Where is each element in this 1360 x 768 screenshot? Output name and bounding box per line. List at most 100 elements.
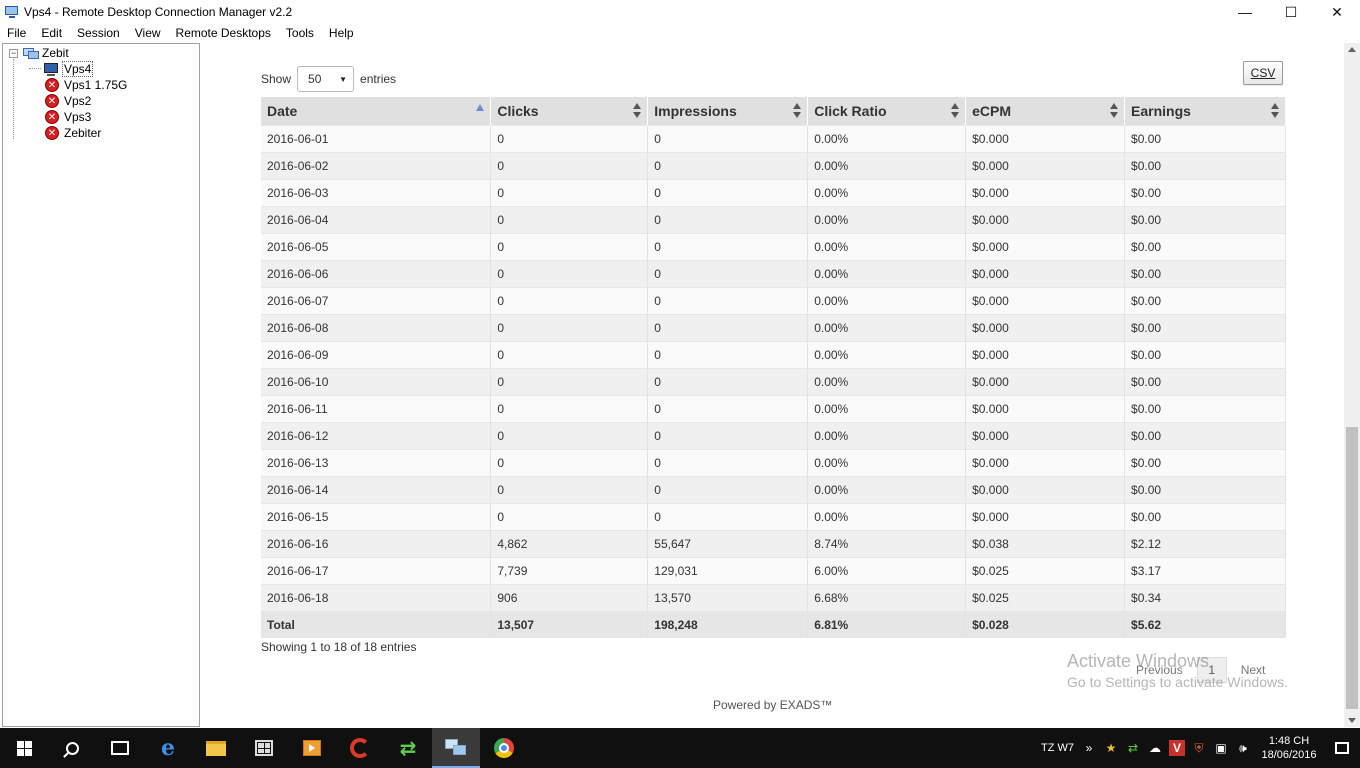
table-row: 2016-06-16 4,862 55,647 8.74% $0.038 $2.12 <box>261 529 1286 557</box>
cell-impressions: 0 <box>647 502 809 530</box>
tree-item-vps4[interactable]: Vps4 <box>43 61 94 77</box>
cell-click-ratio: 6.68% <box>807 583 967 611</box>
tree-group-zebit[interactable]: Zebit <box>23 45 69 61</box>
column-header-impressions[interactable]: Impressions <box>647 97 809 125</box>
menu-session[interactable]: Session <box>70 26 128 40</box>
folder-icon <box>206 740 226 756</box>
cloud-icon[interactable]: ☁ <box>1147 740 1163 756</box>
cell-date: 2016-06-10 <box>261 367 492 395</box>
table-row: 2016-06-05 0 0 0.00% $0.000 $0.00 <box>261 232 1286 260</box>
cell-earnings: $2.12 <box>1124 529 1286 557</box>
cell-click-ratio: 6.00% <box>807 556 967 584</box>
cell-earnings: $0.00 <box>1124 259 1286 287</box>
show-hidden-icons-chevron-icon[interactable]: » <box>1081 740 1097 756</box>
next-page-button[interactable]: Next <box>1241 663 1266 677</box>
taskbar-app-sync[interactable]: ⇄ <box>384 728 432 768</box>
taskbar-app-rdcman[interactable] <box>432 728 480 768</box>
collapse-toggle-icon[interactable]: − <box>9 49 18 58</box>
cell-impressions: 0 <box>647 313 809 341</box>
cell-date: 2016-06-14 <box>261 475 492 503</box>
cell-clicks: 0 <box>490 178 649 206</box>
error-icon: ✕ <box>45 78 59 92</box>
chrome-icon <box>494 738 514 758</box>
taskbar-app-store[interactable] <box>240 728 288 768</box>
column-header-label: Clicks <box>497 102 539 119</box>
cell-date: 2016-06-06 <box>261 259 492 287</box>
column-header-earnings[interactable]: Earnings <box>1124 97 1286 125</box>
cell-ecpm: $0.000 <box>965 313 1126 341</box>
task-view-button[interactable] <box>96 728 144 768</box>
maximize-button[interactable]: ☐ <box>1268 0 1314 24</box>
sync-tray-icon[interactable]: ⇄ <box>1125 740 1141 756</box>
total-earnings: $5.62 <box>1124 610 1286 638</box>
column-header-label: Click Ratio <box>814 102 887 119</box>
taskbar-app-chrome[interactable] <box>480 728 528 768</box>
menu-view[interactable]: View <box>128 26 169 40</box>
cell-date: 2016-06-13 <box>261 448 492 476</box>
cell-impressions: 0 <box>647 475 809 503</box>
cell-impressions: 0 <box>647 178 809 206</box>
column-header-clicks[interactable]: Clicks <box>490 97 649 125</box>
rdcman-app-icon[interactable] <box>4 4 20 20</box>
tree-item-vps1[interactable]: ✕ Vps1 1.75G <box>45 77 127 93</box>
table-row: 2016-06-10 0 0 0.00% $0.000 $0.00 <box>261 367 1286 395</box>
page-1-button[interactable]: 1 <box>1196 657 1227 683</box>
cell-impressions: 0 <box>647 205 809 233</box>
total-clicks: 13,507 <box>490 610 649 638</box>
column-header-ecpm[interactable]: eCPM <box>965 97 1126 125</box>
sort-icon <box>793 103 802 119</box>
entries-per-page-select[interactable]: 50 ▼ <box>297 66 355 92</box>
tree-item-vps3[interactable]: ✕ Vps3 <box>45 109 91 125</box>
taskbar-app-ccleaner[interactable] <box>336 728 384 768</box>
menu-edit[interactable]: Edit <box>34 26 70 40</box>
cell-ecpm: $0.000 <box>965 178 1126 206</box>
cell-clicks: 0 <box>490 259 649 287</box>
start-button[interactable] <box>0 728 48 768</box>
cell-ecpm: $0.025 <box>965 556 1126 584</box>
total-ecpm: $0.028 <box>965 610 1126 638</box>
v-app-icon[interactable]: V <box>1169 740 1185 756</box>
dropdown-arrow-icon: ▼ <box>339 74 348 84</box>
scroll-up-icon[interactable] <box>1348 47 1356 52</box>
previous-page-button[interactable]: Previous <box>1136 663 1183 677</box>
tree-connector <box>13 59 14 139</box>
cell-click-ratio: 0.00% <box>807 232 967 260</box>
menu-file[interactable]: File <box>0 26 34 40</box>
taskbar-app-media-player[interactable] <box>288 728 336 768</box>
vertical-scrollbar[interactable] <box>1344 43 1360 727</box>
volume-icon[interactable]: 🕪 <box>1235 740 1251 756</box>
tree-item-zebiter[interactable]: ✕ Zebiter <box>45 125 101 141</box>
csv-export-button[interactable]: CSV <box>1243 61 1283 85</box>
cell-clicks: 0 <box>490 340 649 368</box>
menu-remote-desktops[interactable]: Remote Desktops <box>169 26 279 40</box>
star-icon[interactable]: ★ <box>1103 740 1119 756</box>
total-date: Total <box>261 610 492 638</box>
minimize-button[interactable]: — <box>1222 0 1268 24</box>
tray-label[interactable]: TZ W7 <box>1041 742 1074 754</box>
store-icon <box>255 740 273 756</box>
clock[interactable]: 1:48 CH 18/06/2016 <box>1254 734 1324 762</box>
menu-help[interactable]: Help <box>322 26 362 40</box>
tree-item-vps2[interactable]: ✕ Vps2 <box>45 93 91 109</box>
scroll-thumb[interactable] <box>1346 427 1358 709</box>
search-button[interactable] <box>48 728 96 768</box>
network-icon[interactable]: ▣ <box>1213 740 1229 756</box>
taskbar-app-edge[interactable]: e <box>144 728 192 768</box>
action-center-button[interactable] <box>1324 728 1360 768</box>
close-button[interactable]: ✕ <box>1314 0 1360 24</box>
shield-icon[interactable]: ⛨ <box>1191 740 1207 756</box>
column-header-date[interactable]: Date <box>261 97 492 125</box>
cell-date: 2016-06-15 <box>261 502 492 530</box>
taskbar-app-file-explorer[interactable] <box>192 728 240 768</box>
column-header-click-ratio[interactable]: Click Ratio <box>807 97 967 125</box>
cell-impressions: 13,570 <box>647 583 809 611</box>
cell-earnings: $0.00 <box>1124 502 1286 530</box>
table-row: 2016-06-18 906 13,570 6.68% $0.025 $0.34 <box>261 583 1286 611</box>
remote-session-view: Show 50 ▼ entries CSV Date Clicks Impres… <box>204 43 1344 727</box>
cell-earnings: $0.00 <box>1124 151 1286 179</box>
edge-icon: e <box>161 735 175 761</box>
tree-item-label: Vps3 <box>64 110 92 124</box>
sync-icon: ⇄ <box>399 737 417 760</box>
menu-tools[interactable]: Tools <box>279 26 322 40</box>
scroll-down-icon[interactable] <box>1348 718 1356 723</box>
